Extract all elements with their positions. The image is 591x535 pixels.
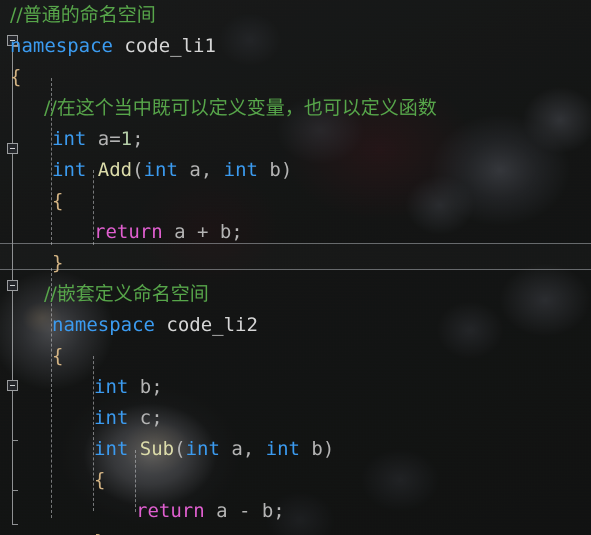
code-line[interactable]: int a=1;	[0, 124, 591, 155]
code-token: code_li1	[124, 35, 216, 57]
code-token: int	[52, 128, 87, 150]
code-token: }	[94, 531, 105, 535]
code-token: {	[52, 345, 64, 367]
code-token: )	[322, 438, 335, 460]
code-token: int	[223, 159, 258, 181]
code-line[interactable]: }	[0, 527, 591, 535]
code-token: }	[52, 252, 64, 274]
code-token: //在这个当中既可以定义变量，也可以定义函数	[44, 97, 437, 119]
code-token: return	[136, 500, 205, 522]
code-token: ;	[132, 128, 144, 150]
code-token: b	[299, 438, 323, 460]
code-token: int	[52, 159, 87, 181]
code-line[interactable]: namespace code_li2	[0, 310, 591, 341]
code-token: int	[185, 438, 220, 460]
code-token: return	[94, 221, 163, 243]
code-line[interactable]: {	[0, 465, 591, 496]
code-line[interactable]: int b;	[0, 372, 591, 403]
code-token: code_li2	[166, 314, 258, 336]
code-line[interactable]: int Sub(int a, int b)	[0, 434, 591, 465]
code-token: a - b;	[204, 500, 285, 522]
code-token: namespace	[52, 314, 155, 336]
code-editor[interactable]: //普通的命名空间 namespace code_li1 { //在这个当中既可以定义…	[0, 0, 591, 535]
code-token: //普通的命名空间	[10, 4, 156, 26]
code-token: c;	[128, 407, 163, 429]
code-token: (	[132, 159, 144, 181]
code-token: namespace	[10, 35, 113, 57]
code-token: int	[94, 438, 129, 460]
code-line[interactable]: return a - b;	[0, 496, 591, 527]
code-token: {	[10, 66, 22, 88]
code-line[interactable]: //普通的命名空间	[0, 0, 591, 31]
code-token: int	[94, 376, 129, 398]
code-line[interactable]: {	[0, 62, 591, 93]
code-token: b;	[128, 376, 163, 398]
code-token: {	[94, 469, 106, 491]
code-token: //嵌套定义命名空间	[44, 283, 209, 305]
code-line[interactable]: int c;	[0, 403, 591, 434]
code-token: (	[174, 438, 186, 460]
code-text-area[interactable]: //普通的命名空间 namespace code_li1 { //在这个当中既可以定义…	[0, 0, 591, 535]
code-token: Sub	[139, 438, 175, 460]
code-token: int	[265, 438, 300, 460]
code-token: int	[143, 159, 178, 181]
code-token: 1	[120, 128, 133, 150]
code-token: int	[94, 407, 129, 429]
code-token: b	[257, 159, 281, 181]
code-token: a	[86, 128, 110, 150]
code-line[interactable]: {	[0, 186, 591, 217]
code-token: )	[280, 159, 293, 181]
code-token: =	[109, 128, 121, 150]
code-line[interactable]: namespace code_li1	[0, 31, 591, 62]
code-token: a,	[177, 159, 224, 181]
code-token: Add	[97, 159, 133, 181]
code-line[interactable]: {	[0, 341, 591, 372]
code-token: {	[52, 190, 64, 212]
code-line[interactable]: }	[0, 248, 591, 279]
code-line[interactable]: //在这个当中既可以定义变量，也可以定义函数	[0, 93, 591, 124]
code-token: a + b;	[162, 221, 243, 243]
code-line[interactable]: return a + b;	[0, 217, 591, 248]
code-line[interactable]: //嵌套定义命名空间	[0, 279, 591, 310]
code-line[interactable]: int Add(int a, int b)	[0, 155, 591, 186]
code-token: a,	[219, 438, 266, 460]
